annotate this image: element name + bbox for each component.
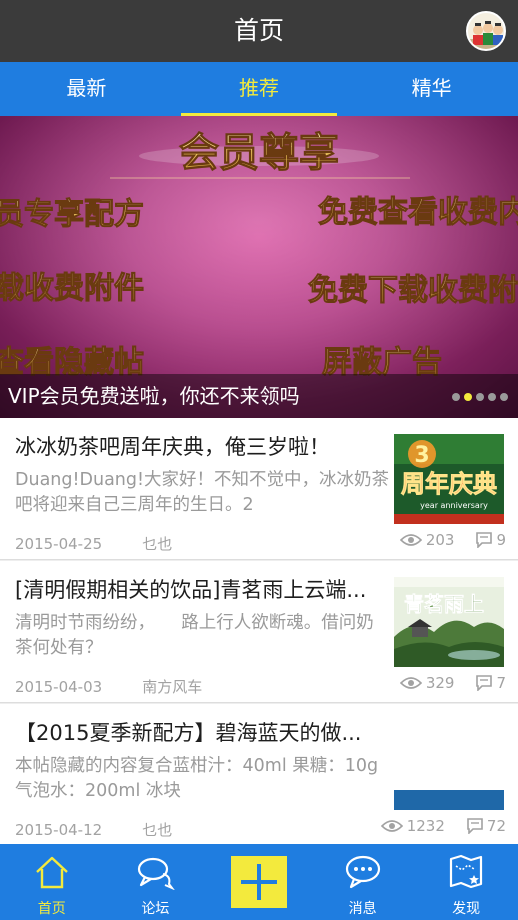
post-excerpt: Duang!Duang!大家好！不知不觉中，冰冰奶茶吧将迎来自己三周年的生日。2 (15, 470, 389, 515)
user-avatar[interactable] (466, 11, 506, 51)
page-dot (488, 393, 496, 401)
banner-line1-right: 免费查看收费内 (318, 195, 518, 230)
nav-home[interactable]: 首页 (0, 844, 104, 920)
page-title: 首页 (233, 16, 284, 45)
new-post-button[interactable] (230, 856, 287, 908)
post-meta: 2015-04-12 乜也 (15, 819, 172, 840)
comment-count: 72 (486, 817, 506, 835)
post-stats: 203 9 (399, 531, 506, 549)
post-author: 乜也 (142, 535, 173, 553)
page-dot-active (464, 393, 472, 401)
post-author: 南方风车 (142, 678, 203, 696)
banner-line2-left: 载收费附件 (0, 271, 144, 306)
blue-drink-image (394, 720, 504, 810)
banner-page-indicator (452, 393, 508, 401)
post-item[interactable]: [清明假期相关的饮品]青茗雨上云端... 清明时节雨纷纷， 路上行人欲断魂。借问… (0, 561, 518, 703)
view-count: 203 (425, 531, 455, 549)
post-thumbnail: 青茗雨上 (394, 577, 504, 667)
banner-heading: 会员尊享 (179, 129, 339, 176)
post-title[interactable]: 冰冰奶茶吧周年庆典，俺三岁啦！ (15, 432, 391, 462)
post-date: 2015-04-12 (15, 821, 103, 839)
page-dot (500, 393, 508, 401)
banner-line1-left: 员专享配方 (0, 197, 144, 232)
title-bar: 首页 (0, 0, 518, 62)
post-thumbnail (394, 720, 504, 810)
tab-featured[interactable]: 精华 (345, 62, 518, 116)
banner-line2-right: 免费下载收费附 (308, 273, 518, 308)
eye-icon (380, 820, 403, 832)
eye-icon (399, 534, 422, 546)
promo-banner[interactable]: 会员尊享 员专享配方 免费查看收费内 载收费附件 免费下载收费附 查看隐藏帖 屏… (0, 116, 518, 418)
page-dot (476, 393, 484, 401)
thumb-number: 3 (414, 443, 429, 468)
nav-home-label: 首页 (37, 901, 66, 917)
nav-forum-label: 论坛 (141, 901, 170, 917)
bottom-nav-bar: 首页 论坛 消息 发现 (0, 844, 518, 920)
banner-artwork: 会员尊享 员专享配方 免费查看收费内 载收费附件 免费下载收费附 查看隐藏帖 屏… (0, 116, 518, 418)
comment-icon (476, 532, 493, 548)
tab-recommended[interactable]: 推荐 (173, 62, 346, 116)
nav-discover[interactable]: 发现 (414, 844, 518, 920)
nav-forum[interactable]: 论坛 (104, 844, 208, 920)
post-stats: 1232 72 (380, 817, 506, 835)
thumb-big-text: 青茗雨上 (404, 592, 484, 616)
post-title[interactable]: [清明假期相关的饮品]青茗雨上云端... (15, 575, 391, 605)
post-stats: 329 7 (399, 674, 506, 692)
post-item[interactable]: 【2015夏季新配方】碧海蓝天的做... 本帖隐藏的内容复合蓝柑汁：40ml 果… (0, 704, 518, 844)
eye-icon (399, 677, 422, 689)
post-title[interactable]: 【2015夏季新配方】碧海蓝天的做... (15, 718, 391, 748)
post-meta: 2015-04-25 乜也 (15, 533, 172, 554)
banner-caption: VIP会员免费送啦，你还不来领吗 (0, 374, 518, 418)
post-list: 冰冰奶茶吧周年庆典，俺三岁啦！ Duang!Duang!大家好！不知不觉中，冰冰… (0, 418, 518, 844)
post-thumbnail: 3 周年庆典 year anniversary (394, 434, 504, 524)
top-tab-bar: 最新 推荐 精华 (0, 62, 518, 116)
view-count: 1232 (406, 817, 445, 835)
post-excerpt: 清明时节雨纷纷， 路上行人欲断魂。借问奶茶何处有？ (15, 613, 374, 658)
page-dot (452, 393, 460, 401)
post-author: 乜也 (142, 821, 173, 839)
post-date: 2015-04-25 (15, 535, 103, 553)
comment-icon (467, 818, 483, 834)
nav-new-post[interactable] (207, 844, 311, 920)
post-meta: 2015-04-03 南方风车 (15, 676, 202, 697)
map-icon (450, 854, 483, 889)
nav-messages[interactable]: 消息 (311, 844, 415, 920)
chat-bubbles-icon (138, 857, 176, 890)
comment-count: 7 (496, 674, 506, 692)
plus-icon (240, 864, 277, 900)
message-icon (345, 855, 380, 889)
post-excerpt: 本帖隐藏的内容复合蓝柑汁：40ml 果糖：10g 气泡水：200ml 冰块 (15, 756, 379, 801)
post-item[interactable]: 冰冰奶茶吧周年庆典，俺三岁啦！ Duang!Duang!大家好！不知不觉中，冰冰… (0, 418, 518, 560)
nav-discover-label: 发现 (452, 901, 481, 917)
comment-icon (476, 675, 493, 691)
view-count: 329 (425, 674, 455, 692)
tab-latest[interactable]: 最新 (0, 62, 173, 116)
home-icon (35, 856, 68, 889)
nav-messages-label: 消息 (348, 901, 377, 917)
thumb-big-text: 周年庆典 (401, 469, 497, 498)
post-date: 2015-04-03 (15, 678, 103, 696)
thumb-sub-text: year anniversary (420, 501, 488, 510)
tea-landscape-image: 青茗雨上 (394, 577, 504, 667)
anniversary-image: 3 周年庆典 year anniversary (394, 434, 504, 524)
comment-count: 9 (496, 531, 506, 549)
